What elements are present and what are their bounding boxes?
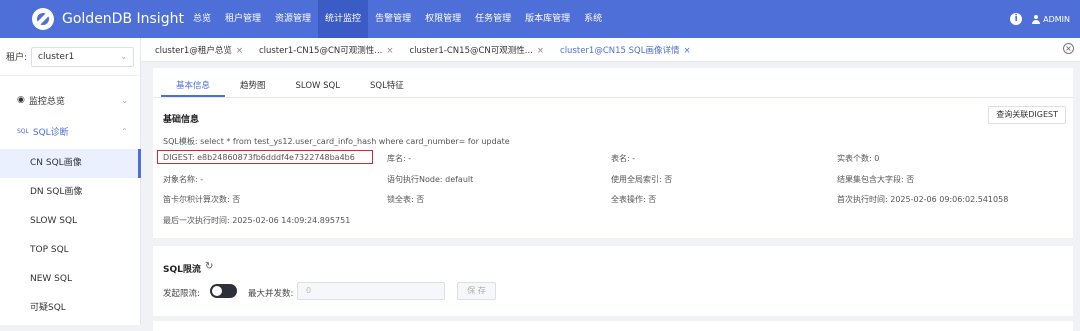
close-icon[interactable]: × [236,46,243,56]
sidebar-group-label: SQL诊断 [32,127,69,138]
sidebar-group-monitor-overview[interactable]: ◉ 监控总览 ⌄ [0,86,140,114]
refresh-icon[interactable]: ↻ [205,261,213,272]
close-icon[interactable]: × [386,46,393,56]
sql-flow-limit-card: SQL限流 ↻ 发起限流: 最大并发数: 0 保 存 [153,246,1073,316]
actual-table-count: 实表个数: 0 [837,154,880,163]
exec-node: 语句执行Node: default [387,175,474,184]
close-all-tabs-icon[interactable]: × [1063,43,1074,54]
subtab-basic-info[interactable]: 基本信息 [161,75,226,97]
tenant-select[interactable]: cluster1 ⌄ [31,46,135,67]
section-title: 基础信息 [163,115,200,125]
chevron-down-icon: ⌄ [120,52,128,61]
sidebar-group-sql-diagnosis[interactable]: SQL SQL诊断 ⌃ [0,117,140,145]
tab-label: cluster1-CN15@CN可观测性... [409,45,533,56]
flow-limit-toggle[interactable] [210,284,237,298]
nav-item-version[interactable]: 版本库管理 [518,0,577,38]
top-navbar: GoldenDB Insight 总览 租户管理 资源管理 统计监控 告警管理 … [0,0,1080,38]
nav-item-tenant[interactable]: 租户管理 [218,0,268,38]
flow-toggle-label: 发起限流: [163,289,200,299]
sql-icon: SQL [17,127,29,135]
cartesian-count: 笛卡尔积计算次数: 否 [163,195,241,204]
first-exec-time: 首次执行时间: 2025-02-06 09:06:02.541058 [837,195,1009,204]
tab-tenant-overview[interactable]: cluster1@租户总览 × [155,44,243,56]
app-logo[interactable]: GoldenDB Insight [0,8,184,30]
next-card [153,321,1073,331]
full-table-op: 全表操作: 否 [611,195,657,204]
tenant-value: cluster1 [38,51,75,62]
basic-info-card: 基本信息 趋势图 SLOW SQL SQL特征 基础信息 查询关联DIGEST … [153,68,1073,238]
sidebar-item-cn-sql[interactable]: CN SQL画像 [0,149,141,178]
sidebar-item-top-sql[interactable]: TOP SQL [0,236,140,265]
result-big-field: 结果集包含大字段: 否 [837,175,915,184]
tab-label: cluster1-CN15@CN可观测性... [258,45,383,56]
close-icon[interactable]: × [537,46,544,56]
page-tabs: cluster1@租户总览 × cluster1-CN15@CN可观测性... × … [141,38,1080,62]
save-button[interactable]: 保 存 [457,282,496,300]
lock-full-table: 锁全表: 否 [387,195,425,204]
chevron-up-icon: ⌃ [121,126,128,136]
detail-subtabs: 基本信息 趋势图 SLOW SQL SQL特征 [153,68,1073,98]
last-exec-time: 最后一次执行时间: 2025-02-06 14:09:24.895751 [163,216,351,225]
sidebar-item-suspicious-sql[interactable]: 可疑SQL [0,294,140,323]
goldendb-logo-icon [32,8,54,30]
tab-label: cluster1@CN15 SQL画像详情 [560,45,680,56]
tab-cn-observability-1[interactable]: cluster1-CN15@CN可观测性... × [259,44,394,56]
eye-icon: ◉ [17,95,25,105]
subtab-sql-features[interactable]: SQL特征 [355,75,419,97]
object-name: 对象名称: - [163,175,204,184]
tab-sql-profile-detail[interactable]: cluster1@CN15 SQL画像详情 × [560,44,691,56]
nav-item-resource[interactable]: 资源管理 [268,0,318,38]
nav-item-monitor[interactable]: 统计监控 [318,0,369,38]
nav-item-alarm[interactable]: 告警管理 [368,0,418,38]
info-icon[interactable]: i [1010,13,1023,25]
sidebar-group-label: 监控总览 [28,96,65,107]
subtab-trend[interactable]: 趋势图 [225,75,281,97]
flow-limit-title: SQL限流 [163,265,201,275]
nav-item-system[interactable]: 系统 [577,0,609,38]
nav-item-permission[interactable]: 权限管理 [418,0,468,38]
tab-cn-observability-2[interactable]: cluster1-CN15@CN可观测性... × [409,44,544,56]
max-concurrency-input[interactable]: 0 [297,282,445,300]
digest-value: DIGEST: e8b24860873fb6dddf4e7322748ba4b6 [163,153,355,162]
tab-label: cluster1@租户总览 [155,45,232,56]
sql-template: SQL模板: select * from test_ys12.user_card… [163,137,510,146]
sidebar-item-new-sql[interactable]: NEW SQL [0,265,140,294]
db-name: 库名: - [387,154,412,163]
main-nav: 总览 租户管理 资源管理 统计监控 告警管理 权限管理 任务管理 版本库管理 系… [186,0,609,38]
user-icon [1032,14,1041,24]
app-title: GoldenDB Insight [62,11,184,27]
query-digest-button[interactable]: 查询关联DIGEST [988,106,1066,124]
tenant-selector: 租户: cluster1 ⌄ [0,38,140,76]
nav-item-overview[interactable]: 总览 [186,0,218,38]
sidebar-item-slow-sql[interactable]: SLOW SQL [0,207,140,236]
use-global-index: 使用全局索引: 否 [611,175,673,184]
user-name[interactable]: ADMIN [1043,15,1070,24]
tenant-label: 租户: [6,53,28,63]
sidebar-item-dn-sql[interactable]: DN SQL画像 [0,178,140,207]
close-icon[interactable]: × [683,46,690,56]
subtab-slow-sql[interactable]: SLOW SQL [281,75,355,97]
nav-item-task[interactable]: 任务管理 [468,0,518,38]
sidebar: 租户: cluster1 ⌄ ◉ 监控总览 ⌄ SQL SQL诊断 ⌃ CN SQL… [0,38,141,325]
chevron-down-icon: ⌄ [121,95,128,105]
table-name: 表名: - [611,154,636,163]
max-concurrency-label: 最大并发数: [248,289,294,299]
